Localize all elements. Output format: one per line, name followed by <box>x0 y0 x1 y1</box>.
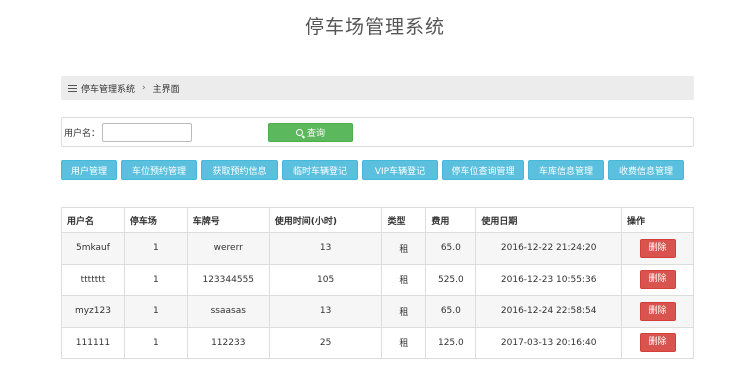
search-icon <box>295 129 303 136</box>
cell-user: 111111 <box>61 326 125 359</box>
col-action: 操作 <box>621 207 694 233</box>
cell-lot: 1 <box>123 326 188 359</box>
query-button-label: 查询 <box>306 129 325 139</box>
cell-hours: 13 <box>268 232 383 265</box>
page-title: 停车场管理系统 <box>304 16 445 38</box>
nav-vip-vehicle-button[interactable]: VIP车辆登记 <box>362 160 438 180</box>
cell-user: 5mkauf <box>61 232 125 265</box>
cell-date: 2016-12-23 10:55:36 <box>475 263 623 296</box>
parking-table: 用户名 停车场 车牌号 使用时间(小时) 类型 费用 使用日期 操作 5mkau… <box>61 207 694 359</box>
col-plate: 车牌号 <box>186 207 270 233</box>
delete-button[interactable]: 删除 <box>639 270 676 290</box>
breadcrumb-current: 主界面 <box>152 84 180 95</box>
cell-date: 2017-03-13 20:16:40 <box>475 326 623 359</box>
list-icon <box>68 84 77 92</box>
nav-get-reservation-button[interactable]: 获取预约信息 <box>201 160 278 180</box>
table-row: ttttttt 1 123344555 105 租 525.0 2016-12-… <box>61 263 694 296</box>
cell-user: ttttttt <box>61 263 125 296</box>
table-row: 5mkauf 1 wererr 13 租 65.0 2016-12-22 21:… <box>61 232 694 265</box>
cell-user: myz123 <box>61 295 125 328</box>
nav-reservation-manage-button[interactable]: 车位预约管理 <box>121 160 197 180</box>
table-header-row: 用户名 停车场 车牌号 使用时间(小时) 类型 费用 使用日期 操作 <box>61 207 694 233</box>
query-button[interactable]: 查询 <box>268 123 353 142</box>
nav-space-query-button[interactable]: 停车位查询管理 <box>442 160 524 180</box>
breadcrumb-system[interactable]: 停车管理系统 <box>81 82 135 95</box>
col-hours: 使用时间(小时) <box>268 207 383 233</box>
cell-type: 租 <box>381 232 427 265</box>
col-date: 使用日期 <box>475 207 623 233</box>
nav-temp-vehicle-button[interactable]: 临时车辆登记 <box>282 160 358 180</box>
cell-action: 删除 <box>621 232 694 265</box>
nav-bar: 用户管理 车位预约管理 获取预约信息 临时车辆登记 VIP车辆登记 停车位查询管… <box>61 160 688 180</box>
nav-fee-manage-button[interactable]: 收费信息管理 <box>608 160 684 180</box>
chevron-right-icon: › <box>142 83 146 93</box>
cell-date: 2016-12-22 21:24:20 <box>475 232 623 265</box>
cell-lot: 1 <box>123 232 188 265</box>
col-lot: 停车场 <box>123 207 188 233</box>
table-row: 111111 1 112233 25 租 125.0 2017-03-13 20… <box>61 326 694 359</box>
cell-fee: 525.0 <box>425 263 477 296</box>
cell-plate: 123344555 <box>186 263 270 296</box>
cell-type: 租 <box>381 263 427 296</box>
cell-fee: 65.0 <box>425 295 477 328</box>
cell-fee: 65.0 <box>425 232 477 265</box>
cell-hours: 25 <box>268 326 383 359</box>
nav-garage-manage-button[interactable]: 车库信息管理 <box>528 160 604 180</box>
delete-button[interactable]: 删除 <box>639 238 676 258</box>
cell-hours: 105 <box>268 263 383 296</box>
cell-plate: 112233 <box>186 326 270 359</box>
breadcrumb: 停车管理系统 › 主界面 <box>61 76 694 100</box>
table-row: myz123 1 ssaasas 13 租 65.0 2016-12-24 22… <box>61 295 694 328</box>
delete-button[interactable]: 删除 <box>639 333 676 353</box>
nav-user-manage-button[interactable]: 用户管理 <box>61 160 117 180</box>
cell-fee: 125.0 <box>425 326 477 359</box>
username-input[interactable] <box>102 122 193 142</box>
cell-type: 租 <box>381 326 427 359</box>
cell-lot: 1 <box>123 295 188 328</box>
cell-hours: 13 <box>268 295 383 328</box>
cell-action: 删除 <box>621 295 694 328</box>
cell-date: 2016-12-24 22:58:54 <box>475 295 623 328</box>
col-type: 类型 <box>381 207 427 233</box>
col-fee: 费用 <box>425 207 477 233</box>
cell-type: 租 <box>381 295 427 328</box>
cell-plate: wererr <box>186 232 270 265</box>
cell-lot: 1 <box>123 263 188 296</box>
cell-action: 删除 <box>621 326 694 359</box>
search-label: 用户名： <box>64 128 101 139</box>
delete-button[interactable]: 删除 <box>639 301 676 321</box>
search-panel: 用户名： 查询 <box>61 117 694 147</box>
cell-plate: ssaasas <box>186 295 270 328</box>
col-user: 用户名 <box>61 207 125 233</box>
cell-action: 删除 <box>621 263 694 296</box>
